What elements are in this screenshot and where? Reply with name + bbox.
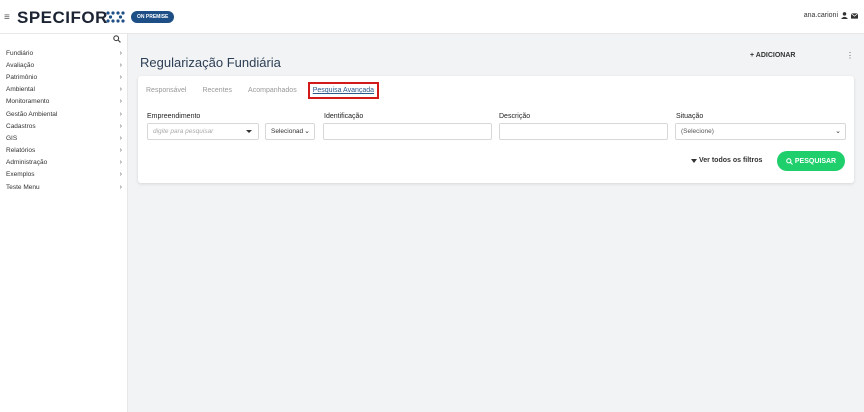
tab-acompanhados[interactable]: Acompanhados — [248, 87, 297, 99]
user-icon[interactable] — [841, 12, 848, 19]
sidebar-item-gis[interactable]: GIS › — [0, 132, 128, 144]
dropdown-caret-icon — [246, 130, 252, 133]
sidebar-menu: Fundiário › Avaliação › Patrimônio › Ambien… — [0, 47, 128, 193]
chevron-right-icon: › — [119, 134, 122, 142]
sidebar-item-label: Relatórios — [6, 147, 36, 155]
chevron-right-icon: › — [119, 86, 122, 94]
sidebar-item-avaliacao[interactable]: Avaliação › — [0, 59, 128, 71]
sidebar-item-label: Ambiental — [6, 86, 35, 94]
tab-pesquisa-avancada[interactable]: Pesquisa Avançada — [307, 82, 380, 99]
sidebar-item-label: GIS — [6, 134, 18, 142]
descricao-label: Descrição — [499, 113, 531, 120]
app-logo[interactable]: SPECIFOR — [17, 9, 108, 26]
situacao-label: Situação — [676, 113, 704, 120]
empreendimento-input[interactable]: digite para pesquisar — [147, 123, 259, 140]
chevron-right-icon: › — [119, 171, 122, 179]
chevron-right-icon: › — [119, 98, 122, 106]
sidebar-item-label: Teste Menu — [6, 183, 40, 191]
view-all-filters-link[interactable]: Ver todos os filtros — [691, 157, 762, 164]
empreendimento-select[interactable]: Selecionad ⌄ — [265, 123, 315, 140]
sidebar-item-administracao[interactable]: Administração › — [0, 157, 128, 169]
sidebar-item-fundiario[interactable]: Fundiário › — [0, 47, 128, 59]
search-tabs: Responsável Recentes Acompanhados Pesqui… — [146, 82, 395, 99]
sidebar-item-label: Patrimônio — [6, 73, 38, 81]
page-title: Regularização Fundiária — [140, 55, 281, 70]
empreendimento-placeholder: digite para pesquisar — [153, 128, 214, 135]
empreendimento-select-value: Selecionad — [271, 128, 304, 135]
chevron-right-icon: › — [119, 61, 122, 69]
sidebar: Fundiário › Avaliação › Patrimônio › Ambien… — [0, 34, 128, 412]
chevron-right-icon: › — [119, 159, 122, 167]
chevron-right-icon: › — [119, 73, 122, 81]
chevron-right-icon: › — [119, 122, 122, 130]
sidebar-item-relatorios[interactable]: Relatórios › — [0, 145, 128, 157]
chevron-down-icon: ⌄ — [304, 128, 310, 135]
sidebar-item-label: Monitoramento — [6, 98, 50, 106]
sidebar-item-ambiental[interactable]: Ambiental › — [0, 84, 128, 96]
search-card: Responsável Recentes Acompanhados Pesqui… — [138, 76, 854, 183]
menu-icon[interactable]: ≡ — [4, 12, 10, 23]
sidebar-item-label: Administração — [6, 159, 48, 167]
sidebar-item-exemplos[interactable]: Exemplos › — [0, 169, 128, 181]
chevron-right-icon: › — [119, 49, 122, 57]
search-button[interactable]: PESQUISAR — [777, 151, 845, 171]
user-menu[interactable]: ana.carioni — [804, 12, 858, 19]
view-all-filters-label: Ver todos os filtros — [699, 157, 763, 164]
top-bar: ≡ SPECIFOR ON PREMISE ana.carioni — [0, 0, 864, 34]
add-button[interactable]: + ADICIONAR — [750, 52, 795, 59]
sidebar-item-label: Gestão Ambiental — [6, 110, 58, 118]
identificacao-label: Identificação — [324, 113, 364, 120]
user-name[interactable]: ana.carioni — [804, 12, 838, 19]
search-icon — [786, 157, 793, 165]
more-options-icon[interactable]: ⋮ — [846, 51, 854, 60]
chevron-right-icon: › — [119, 183, 122, 191]
logo-dots-icon — [106, 11, 125, 23]
sidebar-item-label: Cadastros — [6, 122, 36, 130]
search-button-label: PESQUISAR — [794, 157, 837, 165]
on-premise-badge: ON PREMISE — [131, 11, 175, 23]
chevron-down-icon: ⌄ — [835, 128, 841, 135]
sidebar-item-gestao-ambiental[interactable]: Gestão Ambiental › — [0, 108, 128, 120]
search-icon[interactable] — [113, 35, 121, 43]
tab-recentes[interactable]: Recentes — [202, 87, 232, 99]
sidebar-item-monitoramento[interactable]: Monitoramento › — [0, 96, 128, 108]
tab-responsavel[interactable]: Responsável — [146, 87, 186, 99]
sidebar-item-label: Fundiário — [6, 49, 34, 57]
sidebar-item-cadastros[interactable]: Cadastros › — [0, 120, 128, 132]
identificacao-input[interactable] — [323, 123, 492, 140]
main-content: Regularização Fundiária + ADICIONAR ⋮ Re… — [128, 34, 864, 412]
descricao-input[interactable] — [499, 123, 668, 140]
sidebar-item-teste-menu[interactable]: Teste Menu › — [0, 181, 128, 193]
situacao-select-value: (Selecione) — [681, 128, 714, 135]
sidebar-item-patrimonio[interactable]: Patrimônio › — [0, 71, 128, 83]
chevron-right-icon: › — [119, 147, 122, 155]
sidebar-item-label: Avaliação — [6, 61, 35, 69]
sidebar-item-label: Exemplos — [6, 171, 35, 179]
chevron-right-icon: › — [119, 110, 122, 118]
mail-icon[interactable] — [851, 12, 858, 19]
situacao-select[interactable]: (Selecione) ⌄ — [675, 123, 846, 140]
filter-icon — [691, 158, 697, 163]
empreendimento-label: Empreendimento — [147, 113, 201, 120]
